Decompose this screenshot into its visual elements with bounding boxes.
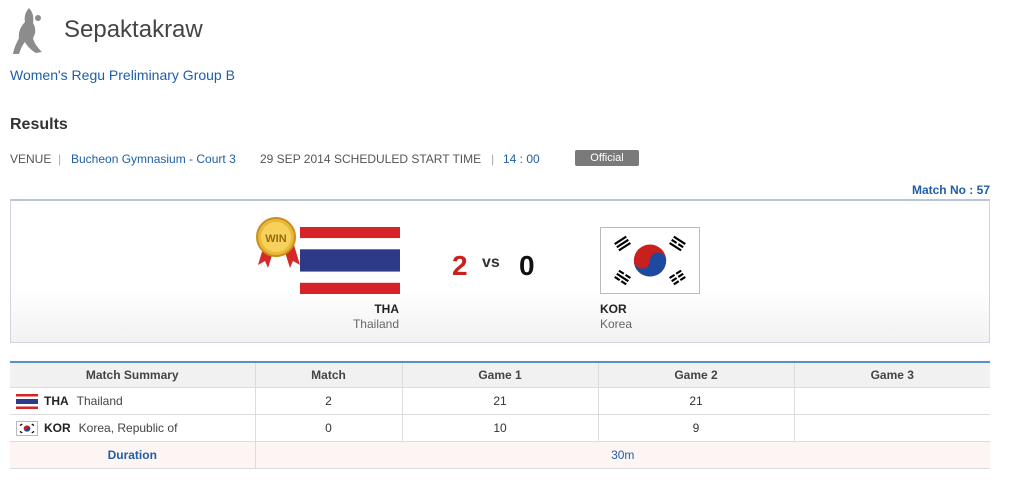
game1-score-cell: 21	[401, 387, 598, 415]
game3-score-cell	[793, 414, 990, 442]
scoreboard-panel	[10, 199, 990, 343]
event-title-link[interactable]: Women's Regu Preliminary Group B	[10, 67, 235, 83]
duration-label: Duration	[10, 441, 255, 469]
team-cell: KOR Korea, Republic of	[10, 414, 255, 442]
team-code: KOR	[44, 421, 71, 435]
match-score-cell: 0	[254, 414, 402, 442]
start-time: 14 : 00	[503, 152, 540, 166]
sepaktakraw-player-icon	[13, 8, 42, 54]
table-row: KOR Korea, Republic of 0 10 9	[10, 414, 990, 442]
away-team-code: KOR	[600, 302, 627, 316]
team-code: THA	[44, 394, 69, 408]
sport-title: Sepaktakraw	[64, 16, 203, 43]
column-header: Game 3	[793, 362, 990, 388]
match-summary-table: Match Summary Match Game 1 Game 2 Game 3…	[10, 361, 990, 469]
official-status-badge: Official	[575, 150, 639, 166]
home-team-code: THA	[374, 302, 399, 316]
game1-score-cell: 10	[401, 414, 598, 442]
divider: |	[58, 152, 62, 166]
column-header: Game 1	[401, 362, 598, 388]
team-cell: THA Thailand	[10, 387, 255, 415]
win-badge-text: WIN	[265, 233, 286, 245]
duration-value: 30m	[254, 441, 990, 469]
thailand-flag-icon	[300, 227, 400, 294]
match-score-cell: 2	[254, 387, 402, 415]
match-number: Match No : 57	[912, 183, 990, 197]
win-medal-icon: WIN	[256, 217, 300, 268]
korea-flag-icon	[600, 227, 700, 294]
venue-name-link[interactable]: Bucheon Gymnasium - Court 3	[71, 152, 236, 166]
match-number-label: Match No :	[911, 183, 977, 197]
home-team-name: Thailand	[352, 317, 399, 331]
away-team-name: Korea	[600, 317, 633, 331]
results-heading: Results	[10, 116, 68, 133]
column-header: Game 2	[597, 362, 794, 388]
table-header-row: Match Summary Match Game 1 Game 2 Game 3	[10, 362, 990, 388]
column-header: Match Summary	[10, 362, 255, 388]
team-name: Thailand	[76, 394, 123, 408]
divider: |	[491, 152, 495, 166]
thailand-flag-icon	[16, 393, 38, 409]
column-header: Match	[254, 362, 402, 388]
game2-score-cell: 21	[597, 387, 794, 415]
table-row: THA Thailand 2 21 21	[10, 387, 990, 415]
duration-row: Duration 30m	[10, 441, 990, 469]
match-date: 29 SEP 2014	[260, 152, 331, 166]
match-number-value: 57	[976, 183, 990, 197]
game3-score-cell	[793, 387, 990, 415]
vs-label: vs	[482, 254, 500, 271]
game2-score-cell: 9	[597, 414, 794, 442]
korea-flag-icon	[16, 420, 38, 436]
home-score: 2	[452, 250, 468, 281]
start-time-label: SCHEDULED START TIME	[334, 152, 482, 166]
team-name: Korea, Republic of	[78, 421, 178, 435]
away-score: 0	[519, 250, 535, 281]
venue-label: VENUE	[10, 152, 52, 166]
